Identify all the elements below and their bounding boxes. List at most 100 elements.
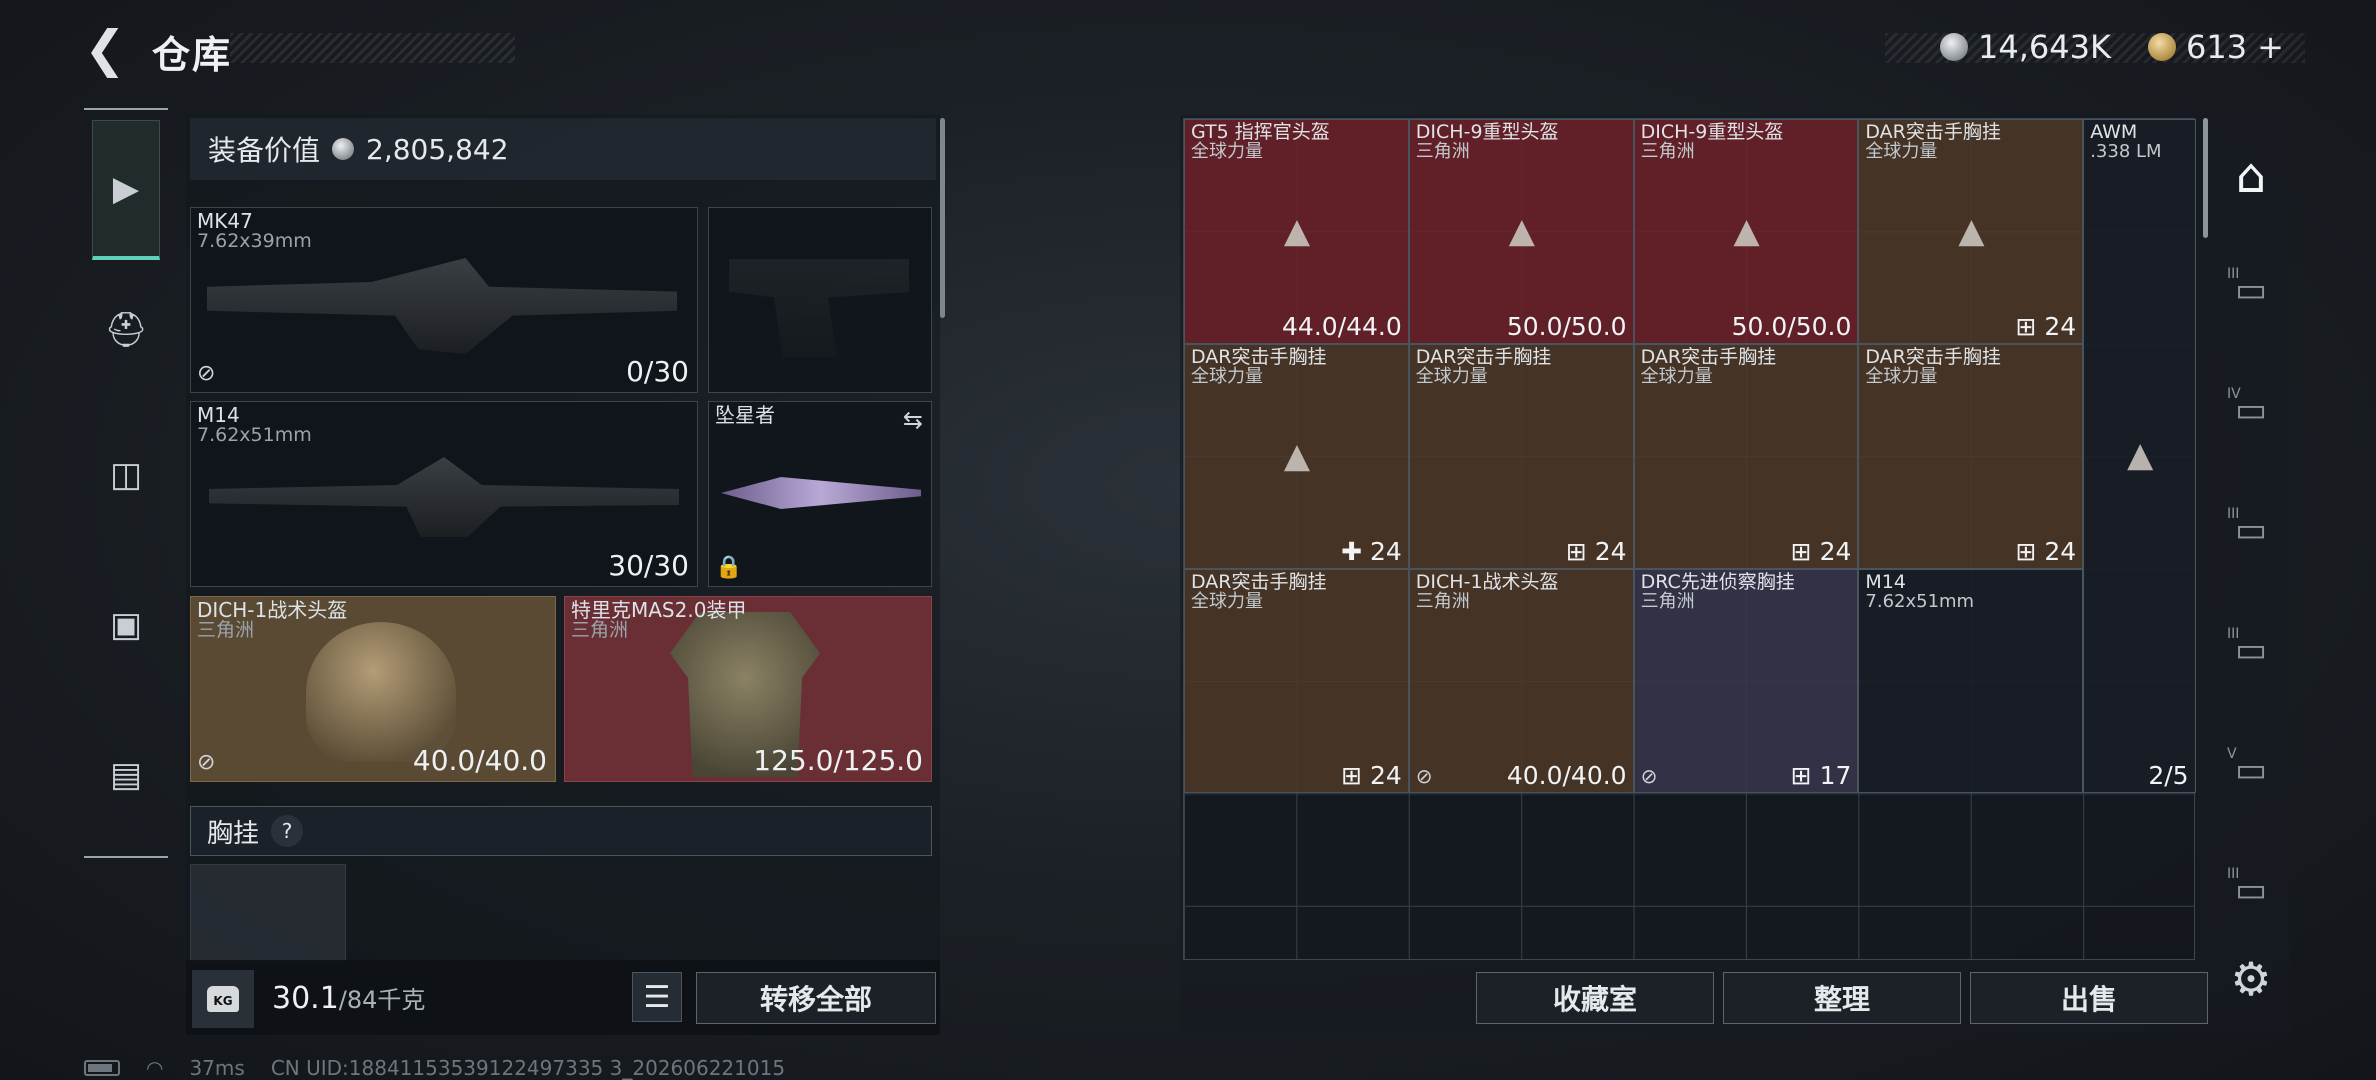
helmet-slot[interactable]: DICH-1战术头盔 三角洲 ⊘ 40.0/40.0 bbox=[190, 596, 556, 782]
currency-gold-value: 613 bbox=[2186, 28, 2248, 66]
stash-tabs: ⌂ III ▭ IV ▭ III ▭ III ▭ V ▭ III ▭ bbox=[2215, 118, 2287, 958]
currency-gold[interactable]: 613 + bbox=[2148, 28, 2284, 66]
capacity-icon: ⊞ bbox=[1790, 536, 1812, 566]
nav-helmet-icon[interactable]: ⛑ bbox=[92, 295, 160, 365]
secondary-weapon-slot[interactable]: M14 7.62x51mm 30/30 bbox=[190, 401, 698, 587]
grid-item[interactable]: AWM .338 LM ▲ 2/5 bbox=[2083, 119, 2196, 794]
equipment-scrollbar[interactable] bbox=[940, 118, 945, 318]
silver-coin-icon bbox=[332, 138, 355, 160]
item-name: DICH-1战术头盔 bbox=[1415, 570, 1559, 593]
grid-item[interactable]: DAR突击手胸挂 全球力量 ⊞ 24 bbox=[1858, 343, 2084, 569]
stash-scrollbar[interactable] bbox=[2203, 118, 2208, 238]
stash-tab[interactable]: III ▭ bbox=[2221, 260, 2281, 320]
help-icon[interactable]: ? bbox=[271, 815, 304, 847]
back-arrow-icon[interactable]: ❮ bbox=[80, 24, 130, 74]
add-currency-icon[interactable]: + bbox=[2257, 28, 2284, 66]
carry-weight-value: 30.1 bbox=[272, 981, 339, 1016]
sell-button[interactable]: 出售 bbox=[1970, 972, 2208, 1024]
slot-durability: 125.0/125.0 bbox=[753, 744, 923, 777]
transfer-all-button[interactable]: 转移全部 bbox=[696, 972, 936, 1024]
item-name: DAR突击手胸挂 bbox=[1191, 570, 1327, 593]
nav-case-icon[interactable]: ▤ bbox=[92, 740, 160, 810]
helmet-image bbox=[306, 622, 456, 762]
slot-brand: 三角洲 bbox=[571, 619, 629, 641]
item-brand: 全球力量 bbox=[1640, 365, 1713, 387]
stash-tab[interactable]: III ▭ bbox=[2221, 620, 2281, 680]
page-title: 仓库 bbox=[152, 33, 233, 77]
grid-item[interactable]: DAR突击手胸挂 全球力量 ▲ ✚ 24 bbox=[1184, 343, 1409, 569]
nav-backpack-icon[interactable]: ◫ bbox=[92, 440, 160, 510]
item-brand: 三角洲 bbox=[1640, 590, 1695, 612]
item-brand: 三角洲 bbox=[1415, 590, 1470, 612]
stash-grid: GT5 指挥官头盔 全球力量 ▲ 44.0/44.0 DICH-9重型头盔 三角… bbox=[1183, 118, 2196, 960]
title-decoration bbox=[230, 33, 515, 63]
slot-name: 特里克MAS2.0装甲 bbox=[571, 598, 747, 622]
nav-vest-icon[interactable]: ▣ bbox=[92, 590, 160, 660]
grid-item[interactable]: M14 7.62x51mm bbox=[1858, 568, 2084, 794]
slot-ammo: 0/30 bbox=[626, 355, 689, 388]
mk47-rifle-image bbox=[207, 258, 677, 354]
item-capacity: ✚ 24 bbox=[1341, 536, 1402, 566]
equipment-value-label: 装备价值 bbox=[208, 134, 321, 167]
item-name: DAR突击手胸挂 bbox=[1191, 345, 1327, 368]
status-bar: ◠ 37ms CN UID:18841153539122497335 3_202… bbox=[84, 1056, 785, 1080]
item-capacity: ⊞ 24 bbox=[1341, 761, 1402, 791]
item-name: DAR突击手胸挂 bbox=[1865, 345, 2001, 368]
list-view-button[interactable]: ☰ bbox=[632, 972, 682, 1022]
item-brand: 全球力量 bbox=[1865, 141, 1938, 162]
item-capacity: ⊞ 24 bbox=[1565, 536, 1627, 566]
stash-main-icon[interactable]: ⌂ bbox=[2221, 146, 2281, 206]
battery-icon bbox=[84, 1060, 120, 1076]
armor-slot[interactable]: 特里克MAS2.0装甲 三角洲 125.0/125.0 bbox=[564, 596, 932, 782]
pistol-placeholder-image bbox=[729, 259, 909, 358]
grid-item[interactable]: DICH-9重型头盔 三角洲 ▲ 50.0/50.0 bbox=[1633, 119, 1859, 344]
item-durability: 50.0/50.0 bbox=[1731, 311, 1852, 341]
item-triangle-icon: ▲ bbox=[1283, 435, 1311, 476]
grid-item[interactable]: DAR突击手胸挂 全球力量 ⊞ 24 bbox=[1633, 343, 1859, 569]
sidearm-slot[interactable] bbox=[708, 207, 932, 393]
item-brand: 全球力量 bbox=[1191, 141, 1263, 162]
unmarked-icon: ⊘ bbox=[197, 750, 216, 775]
stash-tab[interactable]: V ▭ bbox=[2221, 740, 2281, 800]
slot-name: 坠星者 bbox=[715, 403, 775, 427]
slot-name: MK47 bbox=[197, 209, 253, 233]
chest-rig-header: 胸挂 ? bbox=[190, 806, 932, 856]
item-capacity: ⊞ 24 bbox=[2015, 536, 2077, 566]
grid-item[interactable]: DICH-9重型头盔 三角洲 ▲ 50.0/50.0 bbox=[1408, 119, 1634, 344]
gear-icon[interactable]: ⚙ bbox=[2220, 948, 2282, 1010]
melee-slot[interactable]: 坠星者 ⇆ 🔒 bbox=[708, 401, 932, 587]
grid-item[interactable]: DAR突击手胸挂 全球力量 ⊞ 24 bbox=[1408, 343, 1634, 569]
stash-tab[interactable]: IV ▭ bbox=[2221, 380, 2281, 440]
slot-durability: 40.0/40.0 bbox=[412, 744, 547, 777]
grid-item[interactable]: DAR突击手胸挂 全球力量 ▲ ⊞ 24 bbox=[1858, 119, 2084, 344]
silver-coin-icon bbox=[1940, 33, 1968, 61]
swap-icon[interactable]: ⇆ bbox=[903, 406, 923, 434]
grid-item[interactable]: GT5 指挥官头盔 全球力量 ▲ 44.0/44.0 bbox=[1184, 119, 1409, 344]
equipment-value: 2,805,842 bbox=[366, 132, 509, 166]
item-triangle-icon: ▲ bbox=[2127, 435, 2154, 475]
equipment-value-bar: 装备价值 2,805,842 bbox=[190, 118, 936, 180]
grid-item[interactable]: DAR突击手胸挂 全球力量 ⊞ 24 bbox=[1184, 568, 1409, 794]
item-name: DAR突击手胸挂 bbox=[1640, 345, 1777, 368]
item-capacity: ⊞ 24 bbox=[2015, 311, 2077, 341]
grid-item[interactable]: DICH-1战术头盔 三角洲 ⊘ 40.0/40.0 bbox=[1408, 568, 1634, 794]
grid-item[interactable]: DRC先进侦察胸挂 三角洲 ⊘ ⊞ 17 bbox=[1633, 568, 1859, 794]
stash-tab[interactable]: III ▭ bbox=[2221, 500, 2281, 560]
organize-button[interactable]: 整理 bbox=[1723, 972, 1961, 1024]
item-brand: 三角洲 bbox=[1640, 141, 1695, 162]
primary-weapon-slot[interactable]: MK47 7.62x39mm ⊘ 0/30 bbox=[190, 207, 698, 393]
item-capacity: ⊞ 24 bbox=[1790, 536, 1852, 566]
slot-name: M14 bbox=[197, 403, 240, 427]
plus-icon: ✚ bbox=[1341, 536, 1363, 566]
currency-silver[interactable]: 14,643K bbox=[1940, 28, 2111, 66]
stash-tab[interactable]: III ▭ bbox=[2221, 860, 2281, 920]
item-brand: 三角洲 bbox=[1415, 141, 1470, 162]
collection-button[interactable]: 收藏室 bbox=[1476, 972, 1714, 1024]
knife-image bbox=[721, 477, 921, 509]
nav-weapons-icon[interactable]: ▶ bbox=[92, 120, 160, 260]
item-durability: 50.0/50.0 bbox=[1506, 311, 1627, 341]
chest-rig-slot[interactable] bbox=[190, 864, 346, 964]
item-name: DAR突击手胸挂 bbox=[1415, 345, 1552, 368]
item-name: DRC先进侦察胸挂 bbox=[1640, 570, 1795, 593]
item-name: DAR突击手胸挂 bbox=[1865, 121, 2001, 143]
